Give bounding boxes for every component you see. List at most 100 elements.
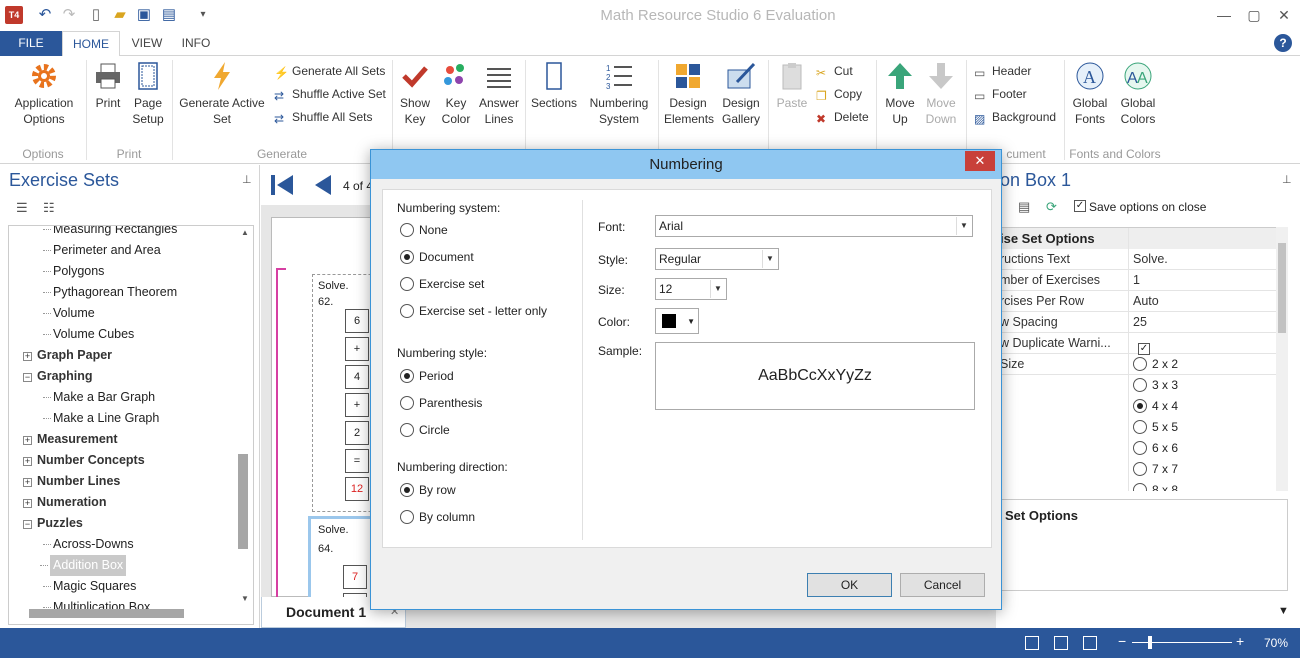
size-option-7x7[interactable]: 7 x 7 [1130,461,1178,477]
expand-toggle-icon[interactable]: − [23,520,32,529]
move-up-button[interactable]: Move Up [880,60,920,127]
panel-dropdown-icon[interactable]: ▼ [1278,605,1289,617]
property-row[interactable]: ructions Text Solve. [996,249,1276,270]
view-mode-icon[interactable] [1025,636,1039,650]
pin-icon[interactable]: ⊥ [1282,173,1292,186]
tree-item-addition-box[interactable]: Addition Box [40,555,127,576]
tree-item-measuring-rectangles[interactable]: Measuring Rectangles [43,226,177,240]
color-picker[interactable]: ▼ [655,308,699,334]
zoom-out-icon[interactable]: − [1118,633,1126,649]
cancel-button[interactable]: Cancel [900,573,985,597]
close-icon[interactable]: ✕ [1272,5,1296,25]
shuffle-active-set-button[interactable]: ⇄ Shuffle Active Set [274,84,386,104]
expand-toggle-icon[interactable]: − [23,373,32,382]
tree-item-make-a-line-graph[interactable]: Make a Line Graph [43,408,159,429]
application-options-button[interactable]: Application Options [8,60,80,127]
duplicate-warning-checkbox[interactable]: ✓ [1138,343,1150,355]
zoom-in-icon[interactable]: + [1236,633,1244,649]
property-row[interactable]: w Spacing 25 [996,312,1276,333]
key-color-button[interactable]: Key Color [438,60,474,127]
global-fonts-button[interactable]: A Global Fonts [1068,60,1112,127]
page-setup-button[interactable]: Page Setup [128,60,168,127]
size-option-2x2[interactable]: 2 x 2 [1130,356,1178,372]
tree-item-puzzles[interactable]: − Puzzles [23,513,83,534]
cut-button[interactable]: ✂ Cut [816,61,853,81]
dialog-titlebar[interactable]: Numbering ✕ [371,150,1001,179]
size-option-5x5[interactable]: 5 x 5 [1130,419,1178,435]
view-mode-icon[interactable] [1083,636,1097,650]
view-mode-icon[interactable] [1054,636,1068,650]
tree-item-number-concepts[interactable]: + Number Concepts [23,450,145,471]
design-gallery-button[interactable]: Design Gallery [718,60,764,127]
expand-toggle-icon[interactable]: + [23,436,32,445]
tab-info[interactable]: INFO [172,31,220,56]
zoom-slider[interactable] [1132,642,1232,643]
tree-item-make-a-bar-graph[interactable]: Make a Bar Graph [43,387,155,408]
ok-button[interactable]: OK [807,573,892,597]
dialog-close-icon[interactable]: ✕ [965,151,995,171]
zoom-slider-thumb[interactable] [1148,636,1152,649]
shuffle-all-sets-button[interactable]: ⇄ Shuffle All Sets [274,107,373,127]
tree-item-pythagorean-theorem[interactable]: Pythagorean Theorem [43,282,177,303]
tree-item-polygons[interactable]: Polygons [43,261,104,282]
size-option-3x3[interactable]: 3 x 3 [1130,377,1178,393]
numbering-system-radio-document[interactable]: Document [397,249,474,265]
answer-lines-button[interactable]: Answer Lines [477,60,521,127]
tab-home[interactable]: HOME [62,31,120,57]
minimize-icon[interactable]: — [1212,5,1236,25]
refresh-icon[interactable]: ⟳ [1046,199,1057,215]
tree-hscrollbar-thumb[interactable] [29,609,184,618]
property-scrollbar-thumb[interactable] [1278,243,1286,333]
tree-item-graph-paper[interactable]: + Graph Paper [23,345,112,366]
tree-scrollbar-thumb[interactable] [238,454,248,549]
tree-item-number-lines[interactable]: + Number Lines [23,471,120,492]
numbering-system-radio-none[interactable]: None [397,222,448,238]
tree-item-volume[interactable]: Volume [43,303,95,324]
help-icon[interactable]: ? [1274,34,1292,52]
property-section-header[interactable]: ise Set Options [996,228,1276,249]
property-row[interactable]: w Duplicate Warni... [996,333,1276,354]
tree-item-volume-cubes[interactable]: Volume Cubes [43,324,134,345]
size-option-6x6[interactable]: 6 x 6 [1130,440,1178,456]
numbering-system-radio-exercise-set-letter-only[interactable]: Exercise set - letter only [397,303,547,319]
numbering-direction-radio-by-column[interactable]: By column [397,509,475,525]
move-down-button[interactable]: Move Down [921,60,961,127]
previous-page-icon[interactable] [313,173,333,197]
tree-item-across-downs[interactable]: Across-Downs [43,534,134,555]
numbering-direction-radio-by-row[interactable]: By row [397,482,456,498]
paste-button[interactable]: Paste [772,60,812,111]
numbering-style-radio-parenthesis[interactable]: Parenthesis [397,395,482,411]
generate-all-sets-button[interactable]: ⚡ Generate All Sets [274,61,385,81]
tree-item-measurement[interactable]: + Measurement [23,429,118,450]
size-select[interactable]: 12 ▼ [655,278,727,300]
numbering-style-radio-period[interactable]: Period [397,368,454,384]
style-select[interactable]: Regular ▼ [655,248,779,270]
tree-item-graphing[interactable]: − Graphing [23,366,93,387]
global-colors-button[interactable]: AA Global Colors [1116,60,1160,127]
tree-item-magic-squares[interactable]: Magic Squares [43,576,136,597]
tab-view[interactable]: VIEW [124,31,170,56]
design-elements-button[interactable]: Design Elements [664,60,714,127]
first-page-icon[interactable] [269,173,295,197]
save-options-checkbox[interactable]: ✓ [1074,200,1086,212]
property-row[interactable]: mber of Exercises 1 [996,270,1276,291]
expand-toggle-icon[interactable]: + [23,352,32,361]
delete-button[interactable]: ✖ Delete [816,107,869,127]
footer-button[interactable]: ▭ Footer [974,84,1027,104]
tree-item-perimeter-and-area[interactable]: Perimeter and Area [43,240,161,261]
size-option-8x8[interactable]: 8 x 8 [1130,482,1178,491]
show-key-button[interactable]: Show Key [396,60,434,127]
font-select[interactable]: Arial ▼ [655,215,973,237]
property-row[interactable]: rcises Per Row Auto [996,291,1276,312]
tree-item-numeration[interactable]: + Numeration [23,492,106,513]
maximize-icon[interactable]: ▢ [1242,5,1266,25]
collapse-all-icon[interactable]: ☰ [16,200,28,216]
scroll-down-icon[interactable]: ▼ [241,594,249,603]
background-button[interactable]: ▨ Background [974,107,1056,127]
numbering-style-radio-circle[interactable]: Circle [397,422,450,438]
numbering-system-button[interactable]: 123 Numbering System [586,60,652,127]
size-option-4x4[interactable]: 4 x 4 [1130,398,1178,414]
numbering-system-radio-exercise-set[interactable]: Exercise set [397,276,484,292]
header-button[interactable]: ▭ Header [974,61,1031,81]
tab-file[interactable]: FILE [0,31,62,56]
